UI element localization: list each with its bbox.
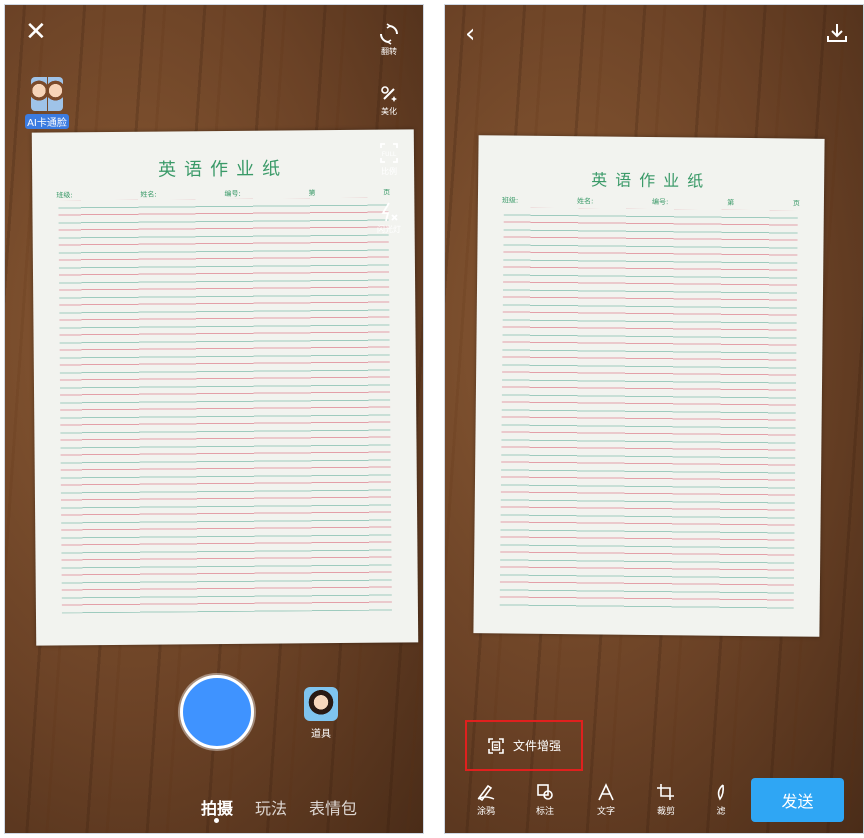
close-icon[interactable]: ✕ (25, 19, 47, 45)
aspect-ratio-label: 比例 (381, 167, 397, 176)
tool-doodle[interactable]: 涂鸦 (468, 783, 504, 817)
tab-shoot[interactable]: 拍摄 (201, 795, 233, 819)
aspect-ratio-button[interactable]: FULL 比例 (369, 141, 409, 177)
cartoon-face-thumbnail (31, 77, 63, 111)
paper-field-page: 页 (792, 199, 800, 208)
active-tab-indicator (214, 818, 219, 823)
camera-screen: 英语作业纸 班级: 姓名: 编号: 第 页 ✕ AI卡通脸 翻转 美化 FULL… (4, 4, 424, 834)
paper-title: 英语作业纸 (158, 158, 289, 181)
ruled-lines (58, 197, 392, 614)
tool-doodle-label: 涂鸦 (476, 807, 495, 817)
props-thumbnail (304, 687, 338, 721)
tab-play[interactable]: 玩法 (255, 795, 287, 819)
doodle-icon (477, 784, 495, 801)
props-label: 道具 (311, 729, 331, 740)
ruled-lines (499, 207, 798, 611)
paper-field-class: 班级: (501, 196, 519, 205)
worksheet-paper: 英语作业纸 班级: 姓名: 编号: 第 页 (31, 129, 419, 646)
flip-camera-button[interactable]: 翻转 (369, 23, 409, 57)
beautify-icon (381, 86, 397, 102)
document-scan-icon (488, 737, 504, 754)
paper-field-page: 页 (383, 188, 391, 197)
paper-field-name: 姓名: (576, 197, 594, 206)
flip-camera-icon (380, 23, 398, 45)
paper-field-number: 编号: (652, 198, 669, 207)
tool-crop[interactable]: 裁剪 (648, 783, 684, 817)
ai-cartoon-face-button[interactable]: AI卡通脸 (17, 77, 77, 130)
paper-field-number: 编号: (224, 189, 241, 198)
back-icon[interactable]: ‹ (465, 21, 475, 47)
beautify-button[interactable]: 美化 (369, 83, 409, 117)
tool-annotate-label: 标注 (535, 807, 554, 817)
paper-field-name: 姓名: (140, 190, 157, 199)
tool-text-label: 文字 (596, 807, 615, 817)
tool-annotate[interactable]: 标注 (527, 783, 563, 817)
document-enhance-label: 文件增强 (512, 739, 561, 753)
download-icon[interactable] (825, 21, 849, 49)
flash-off-icon (381, 202, 398, 222)
document-enhance-button[interactable]: 文件增强 (465, 720, 583, 771)
paper-field-di: 第 (308, 189, 316, 198)
ai-cartoon-face-label: AI卡通脸 (25, 114, 69, 129)
paper-fields: 班级: 姓名: 编号: 第 页 (502, 195, 800, 208)
aspect-ratio-icon: FULL (380, 143, 398, 163)
annotate-icon (537, 784, 553, 800)
props-button[interactable]: 道具 (301, 687, 341, 740)
worksheet-paper-preview: 英语作业纸 班级: 姓名: 编号: 第 页 (473, 135, 825, 637)
paper-field-class: 班级: (56, 191, 73, 200)
beautify-label: 美化 (381, 107, 397, 116)
crop-icon (657, 784, 674, 800)
flip-label: 翻转 (381, 47, 397, 56)
tool-text[interactable]: 文字 (588, 783, 624, 817)
paper-field-di: 第 (727, 198, 735, 207)
text-icon (598, 783, 614, 801)
send-button[interactable]: 发送 (751, 778, 844, 822)
svg-text:FULL: FULL (382, 151, 397, 158)
filter-icon (717, 784, 724, 801)
tool-filter-label: 滤 (716, 807, 726, 817)
tool-crop-label: 裁剪 (656, 807, 675, 817)
flash-label: 闪光灯 (377, 225, 401, 234)
tool-filter[interactable]: 滤 (703, 783, 739, 817)
tab-stickers[interactable]: 表情包 (309, 795, 357, 819)
shutter-button[interactable] (180, 675, 254, 749)
mode-tabs: 拍摄 玩法 表情包 (201, 795, 357, 819)
edit-screen: 英语作业纸 班级: 姓名: 编号: 第 页 ‹ 文件增强 涂鸦 标注 文字 裁剪… (444, 4, 864, 834)
paper-title: 英语作业纸 (591, 170, 712, 191)
flash-button[interactable]: 闪光灯 (369, 201, 409, 235)
